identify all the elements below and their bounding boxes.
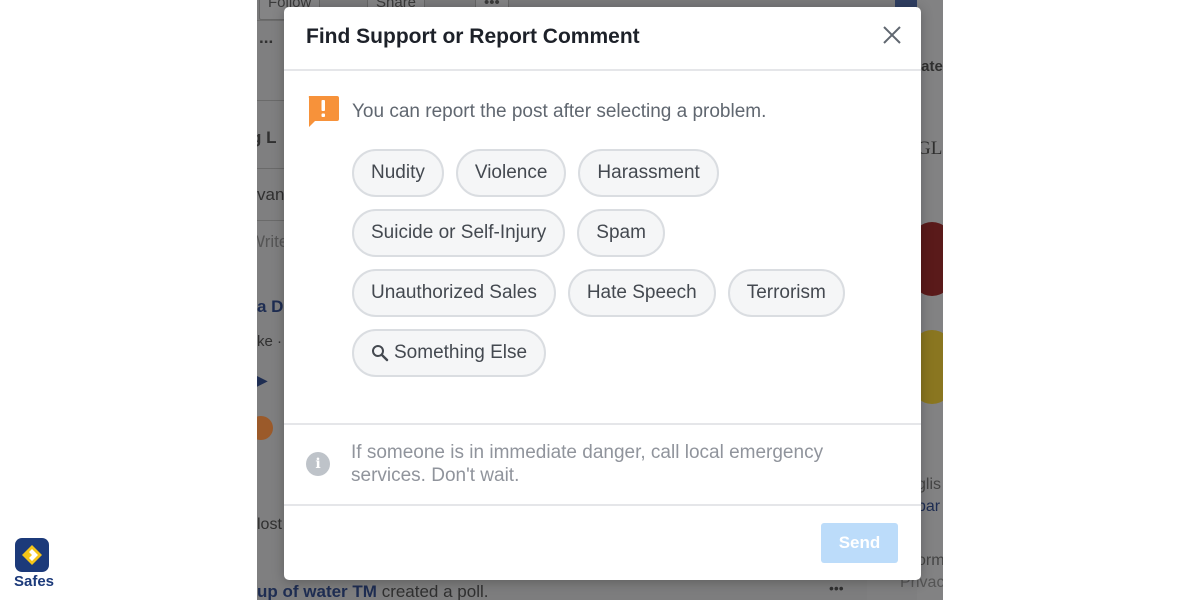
bg-play-icon: ▶ bbox=[257, 372, 268, 388]
bg-fragment: g L bbox=[257, 128, 277, 147]
info-icon: i bbox=[306, 452, 330, 476]
problem-options: Nudity Violence Harassment Suicide or Se… bbox=[352, 149, 892, 389]
chip-row: Nudity Violence Harassment bbox=[352, 149, 892, 197]
report-dialog: Find Support or Report Comment You can r… bbox=[284, 7, 921, 580]
bg-fragment: ... bbox=[259, 28, 274, 47]
option-harassment[interactable]: Harassment bbox=[578, 149, 719, 197]
emergency-info: i If someone is in immediate danger, cal… bbox=[306, 441, 871, 487]
close-button[interactable] bbox=[881, 24, 903, 46]
divider bbox=[284, 504, 921, 506]
bg-fragment: a D bbox=[257, 297, 284, 316]
bg-divider bbox=[257, 100, 287, 101]
bg-fragment: lost bbox=[257, 516, 282, 533]
safes-watermark: Safes bbox=[14, 538, 55, 590]
bg-divider bbox=[257, 220, 287, 221]
emergency-info-text: If someone is in immediate danger, call … bbox=[351, 442, 824, 486]
bg-post-action: created a poll. bbox=[381, 582, 489, 600]
bg-fragment: van bbox=[257, 185, 285, 204]
divider bbox=[284, 423, 921, 425]
report-notice: You can report the post after selecting … bbox=[306, 95, 766, 129]
option-something-else[interactable]: Something Else bbox=[352, 329, 547, 377]
option-suicide-self-injury[interactable]: Suicide or Self-Injury bbox=[352, 209, 566, 257]
option-unauthorized-sales[interactable]: Unauthorized Sales bbox=[352, 269, 556, 317]
option-terrorism[interactable]: Terrorism bbox=[727, 269, 845, 317]
bg-post-line: up of water TM created a poll. bbox=[257, 582, 488, 600]
option-something-else-label: Something Else bbox=[394, 342, 528, 363]
bg-post-more: ••• bbox=[829, 580, 844, 596]
option-nudity[interactable]: Nudity bbox=[352, 149, 444, 197]
safes-label: Safes bbox=[14, 573, 55, 590]
alert-speech-bubble-icon bbox=[308, 96, 339, 127]
option-spam[interactable]: Spam bbox=[577, 209, 665, 257]
bg-avatar bbox=[257, 416, 273, 440]
option-hate-speech[interactable]: Hate Speech bbox=[567, 269, 716, 317]
bg-divider bbox=[257, 168, 287, 169]
dialog-header: Find Support or Report Comment bbox=[284, 7, 921, 71]
chip-row: Unauthorized Sales Hate Speech Terrorism bbox=[352, 269, 892, 317]
safes-logo-icon bbox=[15, 538, 49, 572]
chip-row: Suicide or Self-Injury Spam bbox=[352, 209, 892, 257]
notice-text: You can report the post after selecting … bbox=[352, 101, 767, 122]
chip-row: Something Else bbox=[352, 329, 892, 377]
dialog-title: Find Support or Report Comment bbox=[306, 25, 640, 48]
send-button[interactable]: Send bbox=[821, 523, 898, 563]
close-icon bbox=[883, 26, 901, 44]
option-violence[interactable]: Violence bbox=[455, 149, 567, 197]
bg-post-author: up of water TM bbox=[257, 582, 377, 600]
bg-fragment: ke · bbox=[257, 333, 283, 350]
search-icon bbox=[372, 345, 389, 362]
